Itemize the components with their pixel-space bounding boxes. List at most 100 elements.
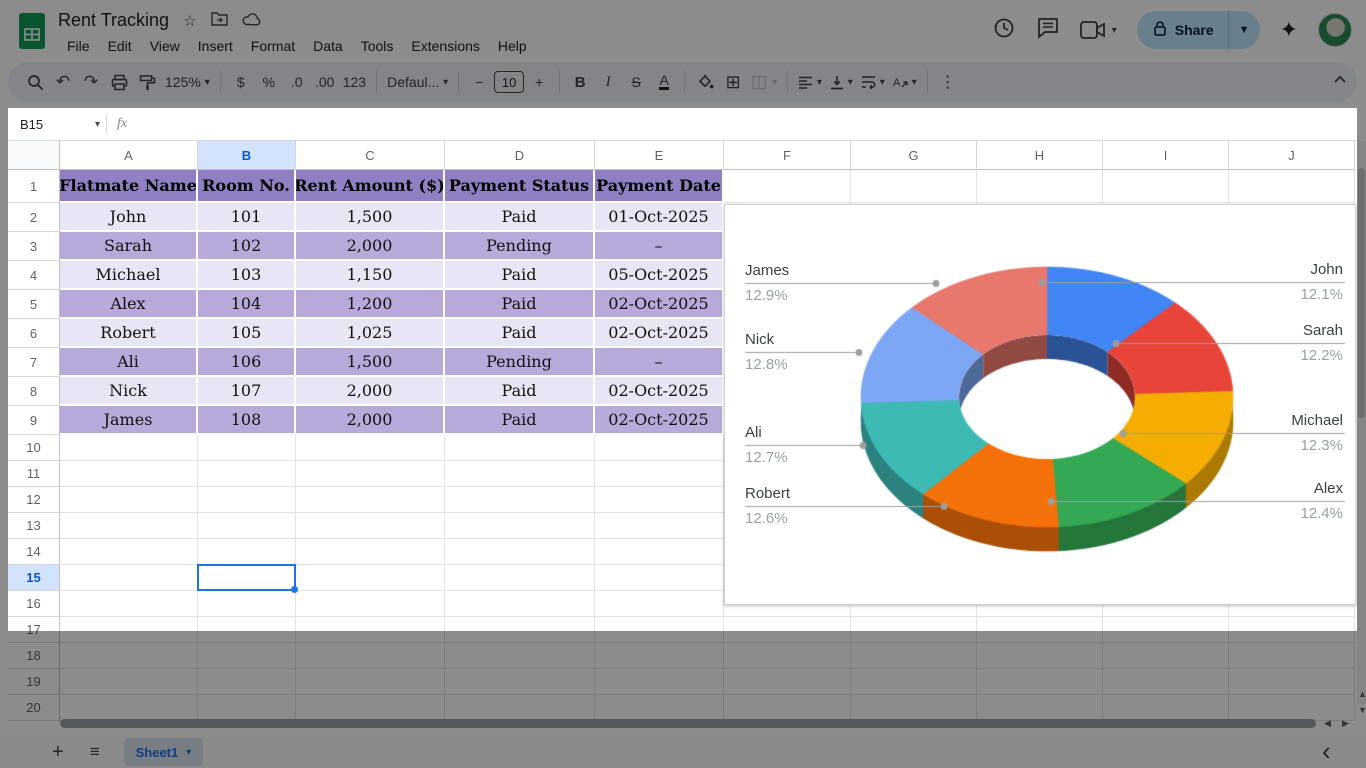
cell-H1[interactable]	[977, 170, 1103, 203]
increase-decimal-button[interactable]: .00	[312, 68, 338, 96]
cell-C15[interactable]	[296, 565, 445, 591]
cell-J17[interactable]	[1229, 617, 1355, 643]
cell-B1[interactable]: Room No.	[198, 170, 296, 203]
collapse-toolbar-icon[interactable]	[1332, 72, 1348, 90]
cell-C12[interactable]	[296, 487, 445, 513]
cell-J18[interactable]	[1229, 643, 1355, 669]
share-button[interactable]: Share ▼	[1137, 11, 1260, 49]
sheet-tab-caret[interactable]: ▾	[186, 747, 191, 758]
cell-B10[interactable]	[198, 435, 296, 461]
cell-A9[interactable]: James	[60, 406, 198, 435]
cell-D18[interactable]	[445, 643, 595, 669]
row-header-2[interactable]: 2	[8, 203, 60, 232]
cell-D6[interactable]: Paid	[445, 319, 595, 348]
font-family-select[interactable]: Defaul... ▾	[384, 68, 451, 96]
cell-A20[interactable]	[60, 695, 198, 721]
cell-D3[interactable]: Pending	[445, 232, 595, 261]
move-folder-icon[interactable]	[211, 11, 228, 30]
row-header-4[interactable]: 4	[8, 261, 60, 290]
share-dropdown-caret[interactable]: ▼	[1229, 24, 1260, 36]
fill-handle[interactable]	[291, 586, 298, 593]
cell-E16[interactable]	[595, 591, 724, 617]
column-header-D[interactable]: D	[445, 141, 595, 170]
cell-B19[interactable]	[198, 669, 296, 695]
horizontal-align-button[interactable]: ▾	[795, 68, 825, 96]
cell-H20[interactable]	[977, 695, 1103, 721]
cell-J20[interactable]	[1229, 695, 1355, 721]
fill-color-button[interactable]	[692, 68, 718, 96]
menu-help[interactable]: Help	[489, 36, 536, 56]
cell-A19[interactable]	[60, 669, 198, 695]
cell-E18[interactable]	[595, 643, 724, 669]
comments-icon[interactable]	[1036, 16, 1060, 45]
cell-G20[interactable]	[851, 695, 977, 721]
cell-D16[interactable]	[445, 591, 595, 617]
select-all-corner[interactable]	[8, 141, 60, 170]
cell-D4[interactable]: Paid	[445, 261, 595, 290]
column-header-A[interactable]: A	[60, 141, 198, 170]
cell-B18[interactable]	[198, 643, 296, 669]
cell-A16[interactable]	[60, 591, 198, 617]
donut-chart-card[interactable]: John12.1%Sarah12.2%Michael12.3%Alex12.4%…	[724, 204, 1356, 605]
cell-A17[interactable]	[60, 617, 198, 643]
add-sheet-button[interactable]: +	[52, 741, 64, 764]
vertical-align-button[interactable]: ▾	[827, 68, 856, 96]
cell-C14[interactable]	[296, 539, 445, 565]
row-header-1[interactable]: 1	[8, 170, 60, 203]
decrease-font-size-button[interactable]: −	[466, 68, 492, 96]
cell-C3[interactable]: 2,000	[296, 232, 445, 261]
gemini-sparkle-icon[interactable]: ✦	[1280, 17, 1298, 43]
cell-J1[interactable]	[1229, 170, 1355, 203]
cell-G18[interactable]	[851, 643, 977, 669]
cell-D2[interactable]: Paid	[445, 203, 595, 232]
cell-I1[interactable]	[1103, 170, 1229, 203]
scroll-up-arrow[interactable]: ▲	[1358, 690, 1366, 699]
cell-F17[interactable]	[724, 617, 851, 643]
column-header-G[interactable]: G	[851, 141, 977, 170]
cell-A6[interactable]: Robert	[60, 319, 198, 348]
row-header-6[interactable]: 6	[8, 319, 60, 348]
cell-D8[interactable]: Paid	[445, 377, 595, 406]
menu-file[interactable]: File	[58, 36, 99, 56]
increase-font-size-button[interactable]: +	[526, 68, 552, 96]
column-header-B[interactable]: B	[198, 141, 296, 170]
menu-extensions[interactable]: Extensions	[402, 36, 488, 56]
cell-I18[interactable]	[1103, 643, 1229, 669]
cell-C19[interactable]	[296, 669, 445, 695]
cell-C17[interactable]	[296, 617, 445, 643]
cell-B2[interactable]: 101	[198, 203, 296, 232]
cell-C10[interactable]	[296, 435, 445, 461]
strikethrough-button[interactable]: S	[623, 68, 649, 96]
cell-H17[interactable]	[977, 617, 1103, 643]
horizontal-scrollbar-thumb[interactable]	[60, 719, 1316, 728]
cell-D17[interactable]	[445, 617, 595, 643]
cell-A7[interactable]: Ali	[60, 348, 198, 377]
cell-J19[interactable]	[1229, 669, 1355, 695]
cell-A2[interactable]: John	[60, 203, 198, 232]
redo-icon[interactable]: ↷	[78, 68, 104, 96]
paint-format-icon[interactable]	[134, 68, 160, 96]
cell-A4[interactable]: Michael	[60, 261, 198, 290]
cell-B14[interactable]	[198, 539, 296, 565]
row-header-3[interactable]: 3	[8, 232, 60, 261]
side-panel-collapse-icon[interactable]: ‹	[1322, 736, 1331, 767]
row-header-7[interactable]: 7	[8, 348, 60, 377]
cell-B9[interactable]: 108	[198, 406, 296, 435]
star-icon[interactable]: ☆	[183, 12, 196, 30]
cell-D14[interactable]	[445, 539, 595, 565]
cell-D10[interactable]	[445, 435, 595, 461]
cell-B4[interactable]: 103	[198, 261, 296, 290]
meet-icon[interactable]: ▾	[1080, 20, 1117, 40]
cell-D15[interactable]	[445, 565, 595, 591]
cell-E6[interactable]: 02-Oct-2025	[595, 319, 724, 348]
number-format-button[interactable]: 123	[340, 68, 369, 96]
cell-E10[interactable]	[595, 435, 724, 461]
cell-C13[interactable]	[296, 513, 445, 539]
cell-D1[interactable]: Payment Status	[445, 170, 595, 203]
cell-I19[interactable]	[1103, 669, 1229, 695]
undo-icon[interactable]: ↶	[50, 68, 76, 96]
cell-B12[interactable]	[198, 487, 296, 513]
row-header-8[interactable]: 8	[8, 377, 60, 406]
cell-D19[interactable]	[445, 669, 595, 695]
cell-D7[interactable]: Pending	[445, 348, 595, 377]
